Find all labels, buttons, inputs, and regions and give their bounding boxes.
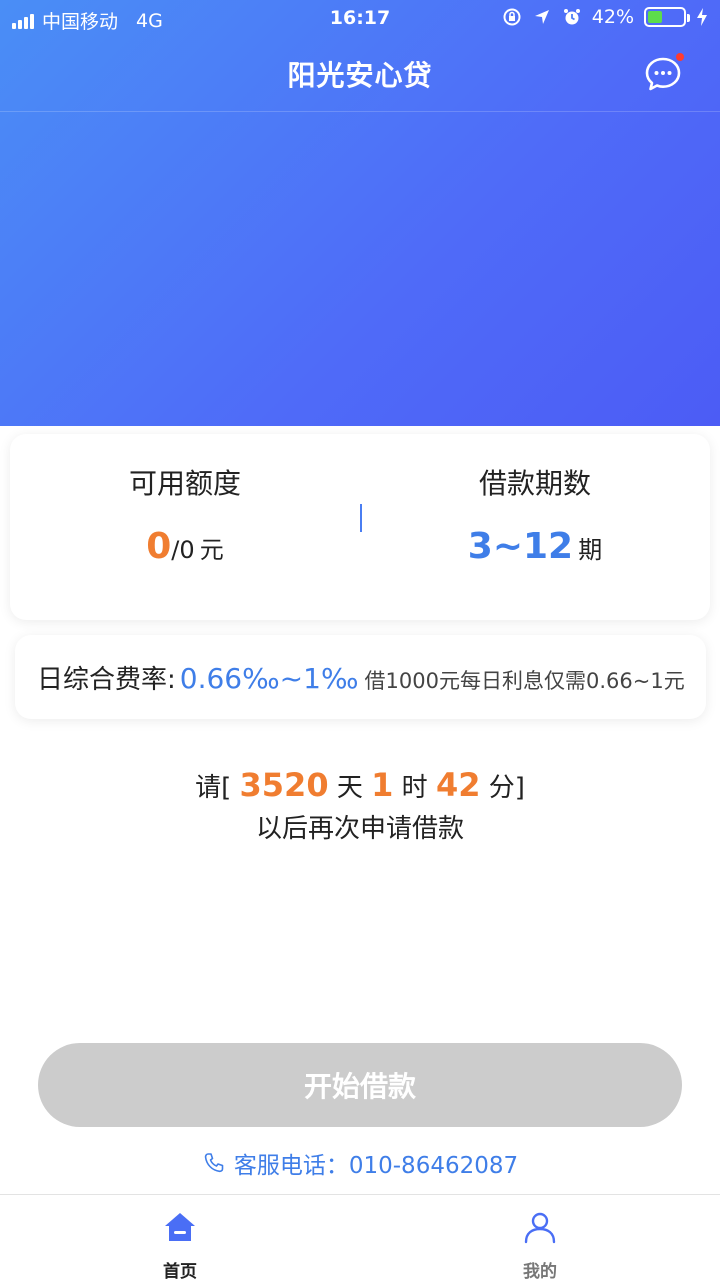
- rotation-lock-icon: [503, 8, 521, 26]
- countdown-hours-unit: 时: [401, 773, 428, 803]
- hotline-text: 客服电话：010-86462087: [233, 1153, 519, 1179]
- location-icon: [534, 10, 549, 24]
- tab-mine[interactable]: 我的: [360, 1195, 720, 1280]
- period-label: 借款期数: [478, 467, 591, 500]
- countdown: 请[ 3520 天 1 时 42 分]: [0, 766, 720, 804]
- unread-dot: [676, 53, 684, 61]
- quota-card: 可用额度 0/0 元 借款期数 3~12 期: [10, 434, 710, 620]
- quota-total: /0: [171, 536, 195, 564]
- countdown-days: 3520: [239, 766, 329, 804]
- countdown-hours: 1: [371, 766, 394, 804]
- period-value: 3~12 期: [360, 526, 710, 567]
- chat-bubble-icon[interactable]: [644, 56, 682, 92]
- rate-note: 借1000元每日利息仅需0.66~1元: [364, 669, 685, 693]
- phone-icon: [204, 1153, 224, 1173]
- status-bar: 中国移动 4G 16:17 42%: [0, 0, 720, 38]
- alarm-icon: [563, 9, 580, 25]
- tab-mine-label: 我的: [523, 1262, 557, 1280]
- charging-icon: [697, 8, 707, 26]
- customer-hotline[interactable]: 客服电话：010-86462087: [0, 1146, 720, 1180]
- page-title: 阳光安心贷: [287, 59, 433, 92]
- available-quota: 可用额度 0/0 元: [10, 434, 360, 620]
- rate-card: 日综合费率: 0.66‰~1‰ 借1000元每日利息仅需0.66~1元: [15, 635, 706, 719]
- countdown-minutes-unit: 分]: [488, 773, 525, 803]
- countdown-minutes: 42: [435, 766, 481, 804]
- user-icon: [524, 1212, 556, 1244]
- nav-divider: [0, 111, 720, 112]
- tab-home-label: 首页: [163, 1262, 197, 1280]
- countdown-prefix: 请[: [195, 773, 232, 803]
- quota-label: 可用额度: [128, 467, 241, 500]
- battery-percent: 42%: [591, 6, 634, 28]
- reapply-text: 以后再次申请借款: [255, 814, 464, 844]
- tab-bar: 首页 我的: [0, 1194, 720, 1280]
- quota-available: 0: [146, 526, 172, 567]
- loan-period: 借款期数 3~12 期: [360, 434, 710, 620]
- battery-icon: [644, 7, 690, 27]
- quota-unit: 元: [199, 536, 224, 564]
- rate-value: 0.66‰~1‰: [179, 662, 359, 695]
- period-range: 3~12: [467, 526, 574, 567]
- period-unit: 期: [578, 536, 603, 564]
- home-icon: [165, 1213, 195, 1241]
- tab-home[interactable]: 首页: [0, 1195, 360, 1280]
- quota-value: 0/0 元: [10, 526, 360, 567]
- start-loan-button[interactable]: 开始借款: [38, 1043, 682, 1127]
- rate-label: 日综合费率:: [37, 665, 176, 695]
- countdown-days-unit: 天: [336, 773, 363, 803]
